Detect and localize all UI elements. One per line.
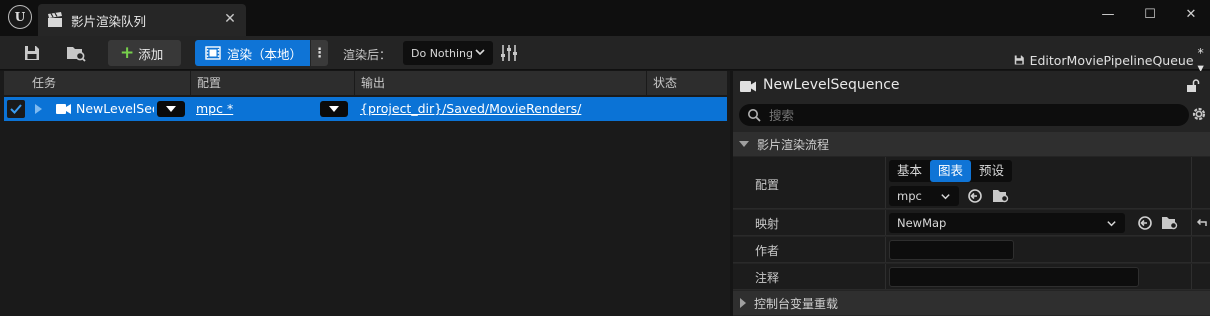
- plus-icon: +: [120, 42, 135, 63]
- caret-down-icon: [166, 106, 176, 112]
- queue-panel: 任务 配置 输出 状态 NewLevelSequence mpc * {proj…: [0, 71, 730, 316]
- map-select[interactable]: NewMap: [889, 213, 1125, 233]
- comment-field[interactable]: [889, 267, 1139, 287]
- tab-basic[interactable]: 基本: [889, 160, 930, 182]
- details-search[interactable]: [739, 104, 1189, 126]
- queue-table-header: 任务 配置 输出 状态: [4, 71, 727, 95]
- column-header-config[interactable]: 配置: [191, 71, 355, 95]
- column-header-job[interactable]: 任务: [26, 71, 191, 95]
- search-icon: [748, 109, 761, 122]
- collapse-icon: [739, 141, 749, 147]
- save-icon: [1014, 55, 1024, 65]
- chevron-down-icon: [1107, 221, 1116, 227]
- column-divider: [885, 264, 886, 289]
- render-label: 渲染（本地）: [227, 46, 303, 62]
- chevron-down-icon: [475, 49, 485, 56]
- after-render-label: 渲染后：: [343, 48, 392, 62]
- film-strip-icon: [205, 45, 221, 61]
- column-divider: [885, 237, 886, 262]
- maximize-button[interactable]: ☐: [1137, 3, 1163, 25]
- folder-search-icon: [67, 47, 86, 62]
- author-label: 作者: [755, 244, 780, 258]
- section-console-variable-overrides[interactable]: 控制台变量重载: [733, 291, 1210, 315]
- column-header-output[interactable]: 输出: [355, 71, 647, 95]
- caret-down-icon: [329, 106, 339, 112]
- sequence-dropdown-button[interactable]: [157, 101, 185, 117]
- author-field[interactable]: [889, 240, 1014, 260]
- property-row-config: 配置 基本 图表 预设 mpc: [733, 157, 1210, 209]
- gear-icon[interactable]: [1190, 105, 1208, 123]
- sliders-icon[interactable]: [499, 43, 519, 63]
- chevron-down-icon: [941, 194, 950, 200]
- tab-label: 影片渲染队列: [71, 13, 147, 29]
- add-job-button[interactable]: + 添加: [108, 40, 181, 66]
- property-row-comment: 注释: [733, 264, 1210, 290]
- browse-folder-icon[interactable]: [992, 188, 1010, 204]
- search-input[interactable]: [769, 107, 1169, 123]
- unreal-logo-icon: U: [8, 5, 32, 29]
- use-selected-asset-icon[interactable]: [1137, 215, 1153, 231]
- job-name: NewLevelSequence: [76, 101, 154, 116]
- tab-movie-render-queue[interactable]: 影片渲染队列 ✕: [38, 4, 246, 36]
- config-dropdown-button[interactable]: [320, 101, 348, 117]
- add-label: 添加: [138, 46, 164, 62]
- section-movie-pipeline[interactable]: 影片渲染流程: [733, 132, 1210, 156]
- details-panel: NewLevelSequence 影片渲染流程 配置 基本 图表 预设 mpc …: [733, 71, 1210, 316]
- browse-folder-icon[interactable]: [1161, 215, 1179, 231]
- queue-name-text: EditorMoviePipelineQueue: [1029, 52, 1194, 68]
- property-row-author: 作者: [733, 237, 1210, 263]
- tab-graph[interactable]: 图表: [930, 160, 972, 182]
- column-divider: [1191, 237, 1192, 262]
- config-asset-select[interactable]: mpc: [889, 186, 959, 206]
- table-row[interactable]: NewLevelSequence mpc * {project_dir}/Sav…: [4, 97, 727, 121]
- save-icon: [25, 46, 39, 60]
- expand-icon: [740, 298, 746, 308]
- toolbar: + 添加 渲染（本地） ⋮ 渲染后： Do Nothing EditorMovi…: [0, 36, 1210, 75]
- map-label: 映射: [755, 217, 780, 231]
- after-render-select[interactable]: Do Nothing: [403, 41, 493, 65]
- close-window-button[interactable]: ✕: [1178, 3, 1204, 25]
- property-row-map: 映射 NewMap: [733, 210, 1210, 236]
- title-bar: U 影片渲染队列 ✕ — ☐ ✕: [0, 0, 1210, 36]
- unlock-icon[interactable]: [1186, 79, 1200, 93]
- minimize-button[interactable]: —: [1095, 3, 1121, 25]
- close-tab-icon[interactable]: ✕: [222, 11, 238, 27]
- render-options-button[interactable]: ⋮: [311, 40, 328, 66]
- save-queue-button[interactable]: [18, 40, 46, 66]
- column-divider: [1191, 157, 1192, 208]
- details-header: NewLevelSequence: [733, 71, 1210, 101]
- reset-to-default-icon[interactable]: [1195, 216, 1208, 229]
- section-title: 控制台变量重载: [754, 296, 839, 311]
- column-header-status[interactable]: 状态: [647, 71, 727, 95]
- use-selected-asset-icon[interactable]: [967, 188, 983, 204]
- config-label: 配置: [755, 178, 780, 192]
- load-queue-button[interactable]: [62, 40, 90, 66]
- checkmark-icon: [10, 104, 22, 114]
- column-divider: [885, 210, 886, 235]
- job-enabled-checkbox[interactable]: [7, 100, 25, 118]
- config-mode-tabs: 基本 图表 预设: [889, 160, 1013, 182]
- comment-label: 注释: [755, 271, 780, 285]
- map-value: NewMap: [897, 216, 947, 230]
- column-divider: [885, 157, 886, 208]
- clapperboard-icon: [47, 12, 63, 28]
- column-divider: [1191, 210, 1192, 235]
- camera-icon: [740, 81, 756, 92]
- render-local-button[interactable]: 渲染（本地）: [195, 40, 310, 66]
- column-divider: [1191, 264, 1192, 289]
- details-title: NewLevelSequence: [763, 77, 900, 93]
- camera-icon: [56, 104, 71, 114]
- tab-preset[interactable]: 预设: [971, 160, 1012, 182]
- job-output-link[interactable]: {project_dir}/Saved/MovieRenders/: [360, 101, 581, 116]
- job-config-link[interactable]: mpc *: [196, 101, 233, 116]
- section-title: 影片渲染流程: [757, 137, 830, 152]
- expand-row-icon[interactable]: [35, 104, 42, 114]
- after-render-value: Do Nothing: [411, 46, 473, 60]
- config-asset-value: mpc: [897, 189, 922, 203]
